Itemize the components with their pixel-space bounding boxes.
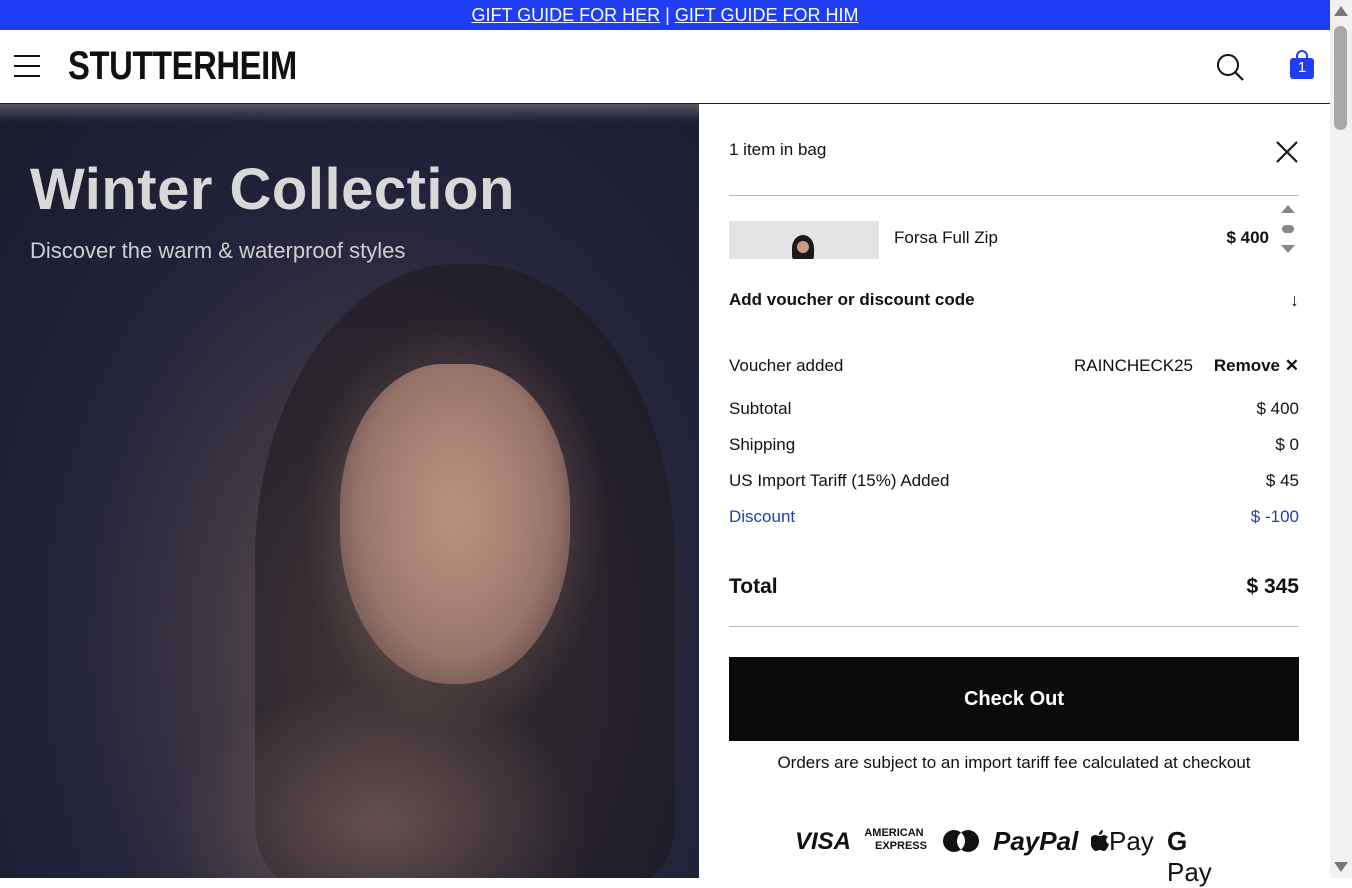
total-label: Total [729,575,778,598]
cart-line-item: Forsa Full Zip $ 400 [729,205,1299,261]
shipping-label: Shipping [729,435,796,454]
add-voucher-label: Add voucher or discount code [729,290,975,309]
scrollbar-thumb[interactable] [1334,26,1347,130]
apple-pay-label: Pay [1109,826,1154,856]
page-scrollbar[interactable] [1330,0,1352,878]
arrow-down-icon: ↓ [1290,290,1299,310]
tariff-note: Orders are subject to an import tariff f… [777,753,1251,772]
cart-divider [729,195,1299,196]
discount-row: Discount $ -100 [729,507,1299,529]
cart-drawer: 1 item in bag Forsa Full Zip $ 400 Add v… [699,104,1330,887]
announcement-bar: GIFT GUIDE FOR HER | GIFT GUIDE FOR HIM [0,0,1330,30]
total-row: Total $ 345 [729,575,1299,599]
subtotal-value: $ 400 [1256,399,1299,418]
shopping-bag-icon[interactable]: 1 [1289,50,1315,80]
quantity-scroll-control[interactable] [1279,203,1297,255]
paypal-icon: PayPal [993,826,1079,856]
tariff-label: US Import Tariff (15%) Added [729,471,950,490]
hero-banner[interactable]: Winter Collection Discover the warm & wa… [0,104,699,878]
voucher-label: Voucher added [729,356,844,375]
total-value: $ 345 [1246,575,1299,598]
voucher-row: Voucher added RAINCHECK25 Remove ✕ [729,356,1299,378]
bag-count-badge: 1 [1297,59,1307,76]
remove-voucher-label: Remove [1213,356,1281,375]
amex-line-2: EXPRESS [875,840,927,852]
hero-subtitle: Discover the warm & waterproof styles [30,238,406,263]
voucher-code: RAINCHECK25 [1073,356,1193,375]
shipping-row: Shipping $ 0 [729,435,1299,457]
visa-icon: VISA [795,828,852,855]
checkout-button[interactable]: Check Out [729,657,1299,741]
site-header: STUTTERHEIM 1 [0,30,1330,104]
scroll-up-arrow-icon[interactable] [1334,6,1348,16]
subtotal-label: Subtotal [729,399,792,418]
total-divider [729,626,1299,627]
gift-guide-him-link[interactable]: GIFT GUIDE FOR HIM [675,5,859,25]
search-icon[interactable] [1215,52,1245,82]
apple-pay-icon: Pay [1090,826,1154,857]
amex-line-1: AMERICAN [864,827,924,839]
google-pay-icon: G Pay [1167,826,1235,888]
add-voucher-toggle[interactable]: Add voucher or discount code ↓ [729,290,1299,312]
google-g-glyph: G [1167,826,1188,856]
tariff-value: $ 45 [1265,471,1299,490]
tariff-row: US Import Tariff (15%) Added $ 45 [729,471,1299,493]
menu-icon[interactable] [14,55,40,77]
announcement-separator: | [665,5,670,25]
product-price: $ 400 [1226,228,1269,247]
discount-value: $ -100 [1250,507,1299,526]
google-pay-label: Pay [1167,857,1212,887]
amex-icon: AMERICAN EXPRESS [861,827,927,853]
scroll-down-arrow-icon[interactable] [1334,862,1348,872]
product-thumbnail[interactable] [729,221,879,259]
subtotal-row: Subtotal $ 400 [729,399,1299,421]
cart-title: 1 item in bag [729,140,827,159]
product-name[interactable]: Forsa Full Zip [894,228,998,248]
discount-label: Discount [729,507,796,526]
mastercard-icon [943,830,979,852]
close-small-icon: ✕ [1284,356,1299,375]
brand-logo[interactable]: STUTTERHEIM [68,44,297,89]
close-icon[interactable] [1275,140,1299,164]
gift-guide-her-link[interactable]: GIFT GUIDE FOR HER [471,5,660,25]
payment-methods: VISA AMERICAN EXPRESS PayPal Pay G Pay [795,826,1235,887]
hero-title: Winter Collection [30,157,515,222]
shipping-value: $ 0 [1275,435,1299,454]
remove-voucher-button[interactable]: Remove ✕ [1214,356,1299,376]
